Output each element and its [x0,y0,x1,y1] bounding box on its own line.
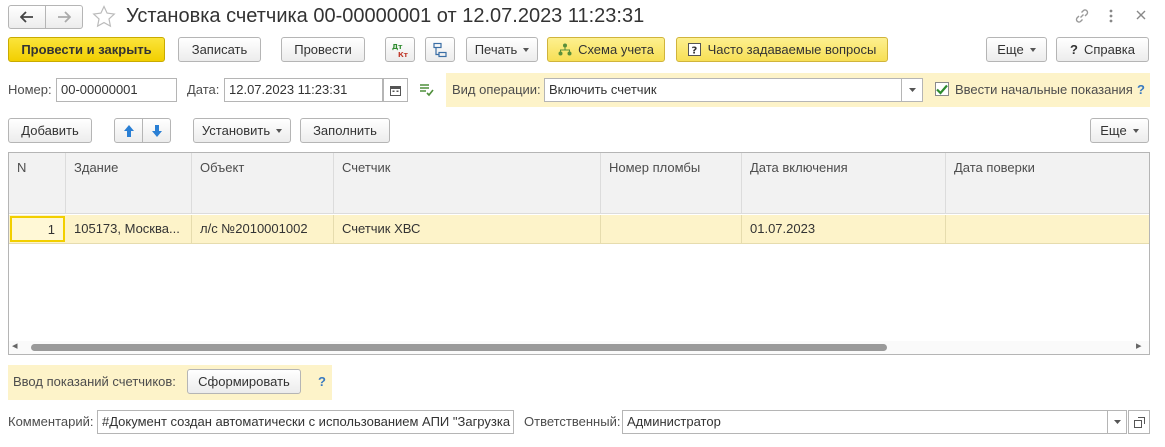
number-field[interactable]: 00-00000001 [56,78,177,102]
initial-readings-checkbox[interactable] [935,82,949,96]
column-header-meter[interactable]: Счетчик [334,153,601,213]
arrow-right-icon [57,11,71,23]
operation-dropdown-button[interactable] [901,78,923,102]
svg-text:Дт: Дт [392,43,403,51]
structure-button[interactable] [425,37,455,62]
help-label: Справка [1083,42,1135,57]
accounting-scheme-button[interactable]: Схема учета [547,37,665,62]
cell-verification-date[interactable] [946,215,1149,243]
move-up-button[interactable] [114,118,143,143]
horizontal-scrollbar[interactable]: ◂ ▸ [9,339,1149,354]
debit-credit-icon: Дт Кт [391,42,409,58]
back-button[interactable] [8,5,46,29]
responsible-open-button[interactable] [1128,410,1150,434]
cell-object[interactable]: л/с №2010001002 [192,215,334,243]
link-icon[interactable] [1074,8,1090,24]
initial-readings-label[interactable]: Ввести начальные показания [955,78,1133,102]
column-header-verification-date[interactable]: Дата поверки [946,153,1149,213]
chevron-down-icon [908,88,916,92]
arrow-left-icon [20,11,34,23]
accounting-scheme-label: Схема учета [578,42,654,57]
column-header-building[interactable]: Здание [66,153,192,213]
cell-activation-date[interactable]: 01.07.2023 [742,215,946,243]
question-box-icon: ? [687,43,701,57]
svg-text:Кт: Кт [398,51,409,58]
open-window-icon [1133,416,1145,428]
post-and-close-button[interactable]: Провести и закрыть [8,37,165,62]
column-header-n[interactable]: N [9,153,66,213]
meters-table: N Здание Объект Счетчик Номер пломбы Дат… [8,152,1150,355]
star-icon[interactable] [92,5,116,28]
readings-label: Ввод показаний счетчиков: [13,374,176,389]
faq-button[interactable]: ? Часто задаваемые вопросы [676,37,888,62]
number-label: Номер: [8,82,52,97]
more-label: Еще [997,42,1024,57]
date-field[interactable]: 12.07.2023 11:23:31 [224,78,383,102]
arrow-down-icon [151,124,163,138]
calendar-button[interactable] [383,78,408,102]
faq-label: Часто задаваемые вопросы [707,42,877,57]
scrollbar-thumb[interactable] [31,344,887,351]
cell-n[interactable]: 1 [10,216,65,242]
add-row-button[interactable]: Добавить [8,118,92,143]
document-status-icon[interactable] [418,82,434,98]
operation-select[interactable]: Включить счетчик [544,78,902,102]
scheme-icon [558,43,572,56]
table-more-dropdown-button[interactable]: Еще [1090,118,1149,143]
operation-help-icon[interactable]: ? [1137,78,1145,102]
dt-kt-button[interactable]: Дт Кт [385,37,415,62]
comment-label: Комментарий: [8,414,94,429]
svg-text:?: ? [691,46,697,57]
help-question-icon: ? [1070,42,1078,57]
page-title: Установка счетчика 00-00000001 от 12.07.… [126,5,645,27]
responsible-label: Ответственный: [524,414,621,429]
cell-n-value: 1 [47,222,55,237]
help-button[interactable]: ? Справка [1056,37,1149,62]
responsible-select[interactable]: Администратор [622,410,1108,434]
chevron-down-icon [1113,420,1121,424]
fill-button[interactable]: Заполнить [300,118,390,143]
move-down-button[interactable] [142,118,171,143]
cell-meter[interactable]: Счетчик ХВС [334,215,601,243]
responsible-dropdown-button[interactable] [1107,410,1127,434]
table-more-label: Еще [1100,123,1127,138]
cell-building[interactable]: 105173, Москва... [66,215,192,243]
column-header-seal-number[interactable]: Номер пломбы [601,153,742,213]
calendar-icon [390,85,401,96]
checkmark-icon [936,84,948,95]
arrow-up-icon [123,124,135,138]
readings-help-icon[interactable]: ? [318,370,326,394]
column-header-activation-date[interactable]: Дата включения [742,153,946,213]
operation-label: Вид операции: [452,82,541,97]
save-button[interactable]: Записать [178,37,261,62]
generate-readings-button[interactable]: Сформировать [187,369,301,394]
column-header-object[interactable]: Объект [192,153,334,213]
more-dropdown-button[interactable]: Еще [986,37,1047,62]
set-label: Установить [201,123,271,138]
hierarchy-icon [432,42,448,58]
forward-button[interactable] [45,5,83,29]
table-header: N Здание Объект Счетчик Номер пломбы Дат… [9,153,1149,214]
scroll-right-icon[interactable]: ▸ [1136,339,1142,352]
close-icon[interactable] [1135,9,1147,21]
cell-seal-number[interactable] [601,215,742,243]
print-label: Печать [474,42,518,57]
date-label: Дата: [187,82,220,97]
post-button[interactable]: Провести [281,37,365,62]
more-vertical-icon[interactable] [1108,8,1114,24]
set-dropdown-button[interactable]: Установить [193,118,291,143]
table-row[interactable]: 1 105173, Москва... л/с №2010001002 Счет… [9,215,1149,244]
scroll-left-icon[interactable]: ◂ [12,339,18,352]
comment-field[interactable]: #Документ создан автоматически с использ… [97,410,514,434]
print-dropdown-button[interactable]: Печать [466,37,538,62]
